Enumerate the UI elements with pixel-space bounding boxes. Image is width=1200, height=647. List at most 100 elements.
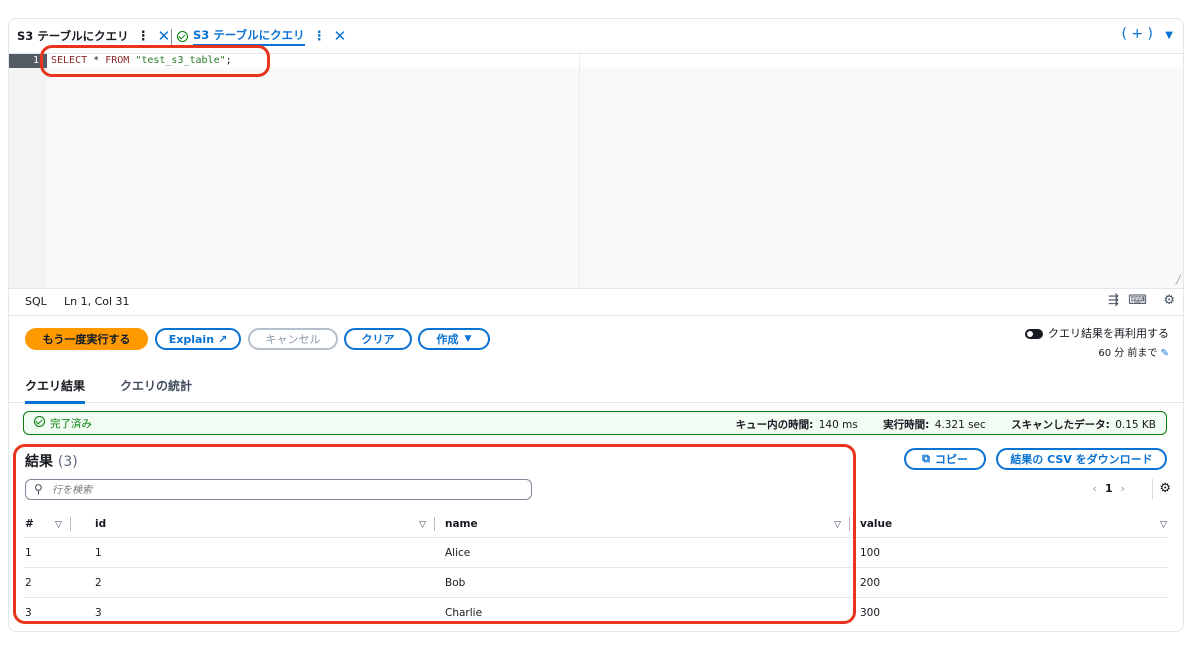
close-icon[interactable]: ✕ [158,27,171,45]
header-label: # [25,518,34,530]
column-header-sort[interactable]: ▽ [395,511,445,538]
query-editor-panel: S3 テーブルにクエリ ⋮ ✕ S3 テーブルにクエリ ⋮ ✕ ( + ) ▼ … [8,18,1184,632]
chevron-down-icon[interactable]: ▼ [1165,30,1173,41]
sql-token: * [87,55,106,66]
header-label: name [445,518,478,530]
column-header-sort[interactable]: ▽ [55,511,95,538]
gear-icon[interactable]: ⚙ [1159,481,1171,496]
copy-icon: ⧉ [922,452,930,465]
reuse-sub-label: 60 分 前まで [1098,348,1158,359]
header-label: value [860,518,893,530]
reuse-label: クエリ結果を再利用する [1048,327,1169,340]
column-header-id[interactable]: id [95,511,395,538]
row-search[interactable]: ⚲ [25,479,532,500]
query-tab-1[interactable]: S3 テーブルにクエリ ⋮ ✕ [17,25,170,47]
download-csv-button[interactable]: 結果の CSV をダウンロード [996,448,1167,470]
column-header-value[interactable]: value [860,511,1147,538]
results-title: 結果 (3) [25,451,78,471]
format-icon[interactable]: ⇶ [1108,293,1119,308]
queue-time-label: キュー内の時間: [735,419,814,431]
queue-time-value: 140 ms [818,419,858,431]
copy-button[interactable]: ⧉ コピー [904,448,986,470]
scanned-data-label: スキャンしたデータ: [1011,419,1110,431]
column-divider [434,517,435,531]
add-tab-button[interactable]: ( + ) [1121,26,1153,42]
results-title-text: 結果 [25,454,53,470]
kebab-icon[interactable]: ⋮ [313,29,326,44]
tab-query-stats[interactable]: クエリの統計 [120,377,192,394]
cell-index: 3 [25,606,32,619]
table-row: 1 1 Alice 100 [25,537,1167,568]
header-label: id [95,518,107,530]
cell-id: 2 [95,567,395,598]
sql-editor[interactable]: 1 SELECT * FROM "test_s3_table"; ╱ [9,54,1183,288]
table-row: 2 2 Bob 200 [25,567,1167,598]
column-divider [849,517,850,531]
line-number: 1 [9,54,47,68]
cell-value: 200 [860,567,1147,598]
button-label: 作成 [436,333,459,346]
toggle-icon[interactable] [1025,329,1043,339]
cell-id: 1 [95,537,395,568]
chevron-right-icon[interactable]: › [1121,482,1125,495]
query-metrics: キュー内の時間: 140 ms 実行時間: 4.321 sec スキャンしたデー… [736,417,1156,432]
result-tabs: クエリ結果 クエリの統計 [9,369,1183,404]
sql-code[interactable]: SELECT * FROM "test_s3_table"; [51,54,232,68]
kebab-icon[interactable]: ⋮ [137,29,150,44]
gear-icon[interactable]: ⚙ [1163,293,1175,308]
column-header-sort[interactable]: ▽ [810,511,860,538]
clear-button[interactable]: クリア [344,328,412,350]
create-button[interactable]: 作成 ▼ [418,328,490,350]
button-label: Explain [168,332,215,346]
button-label: キャンセル [265,333,321,346]
sql-token: ; [225,55,232,66]
chevron-left-icon[interactable]: ‹ [1093,482,1097,495]
editor-status-bar: SQL Ln 1, Col 31 ⇶ ⌨ ⚙ [9,288,1183,316]
tab-query-results[interactable]: クエリ結果 [25,377,86,404]
search-input[interactable] [50,482,524,499]
sql-keyword: SELECT [51,55,88,66]
sort-icon[interactable]: ▽ [55,520,62,530]
cancel-button[interactable]: キャンセル [248,328,338,350]
caret-down-icon: ▼ [464,334,472,344]
reuse-results-toggle[interactable]: クエリ結果を再利用する 60 分 前まで ✎ [1025,325,1169,359]
edit-pencil-icon[interactable]: ✎ [1161,348,1169,359]
search-icon: ⚲ [34,482,43,496]
cell-id: 3 [95,606,102,619]
button-label: もう一度実行する [42,333,131,346]
cursor-position: Ln 1, Col 31 [64,295,130,308]
pagination: ‹ 1 › [1085,482,1133,495]
scanned-data-value: 0.15 KB [1115,419,1156,431]
button-label: クリア [361,333,395,346]
column-header-sort[interactable]: ▽ [1147,511,1167,538]
tab-label: S3 テーブルにクエリ [193,27,305,46]
sort-icon[interactable]: ▽ [419,520,426,530]
check-circle-icon [177,30,188,42]
external-link-icon: ↗ [218,332,228,346]
query-tab-2[interactable]: S3 テーブルにクエリ ⋮ ✕ [177,25,346,47]
sort-icon[interactable]: ▽ [834,520,841,530]
status-badge: 完了済み [34,416,92,431]
sort-icon[interactable]: ▽ [1160,520,1167,530]
close-icon[interactable]: ✕ [334,27,347,45]
explain-button[interactable]: Explain ↗ [155,328,241,350]
resize-handle-icon[interactable]: ╱ [1176,276,1181,286]
status-text: 完了済み [50,418,92,430]
page-number[interactable]: 1 [1105,482,1113,495]
column-header-index: # [25,511,55,538]
line-gutter [9,54,47,288]
cell-value: 300 [860,606,881,619]
exec-time-value: 4.321 sec [934,419,986,431]
language-label: SQL [25,295,47,308]
tab-bar: S3 テーブルにクエリ ⋮ ✕ S3 テーブルにクエリ ⋮ ✕ ( + ) ▼ [9,19,1183,54]
keyboard-icon[interactable]: ⌨ [1128,293,1147,308]
button-label: コピー [934,453,968,466]
completion-banner: 完了済み キュー内の時間: 140 ms 実行時間: 4.321 sec スキャ… [23,411,1167,435]
divider [1152,479,1153,499]
sql-keyword: FROM [105,55,130,66]
table-header-row: # ▽ id ▽ name ▽ value ▽ [25,511,1167,538]
run-again-button[interactable]: もう一度実行する [25,328,148,350]
column-header-name[interactable]: name [445,511,810,538]
tab-divider [171,29,172,45]
table-row: 3 3 Charlie 300 [25,598,1167,628]
